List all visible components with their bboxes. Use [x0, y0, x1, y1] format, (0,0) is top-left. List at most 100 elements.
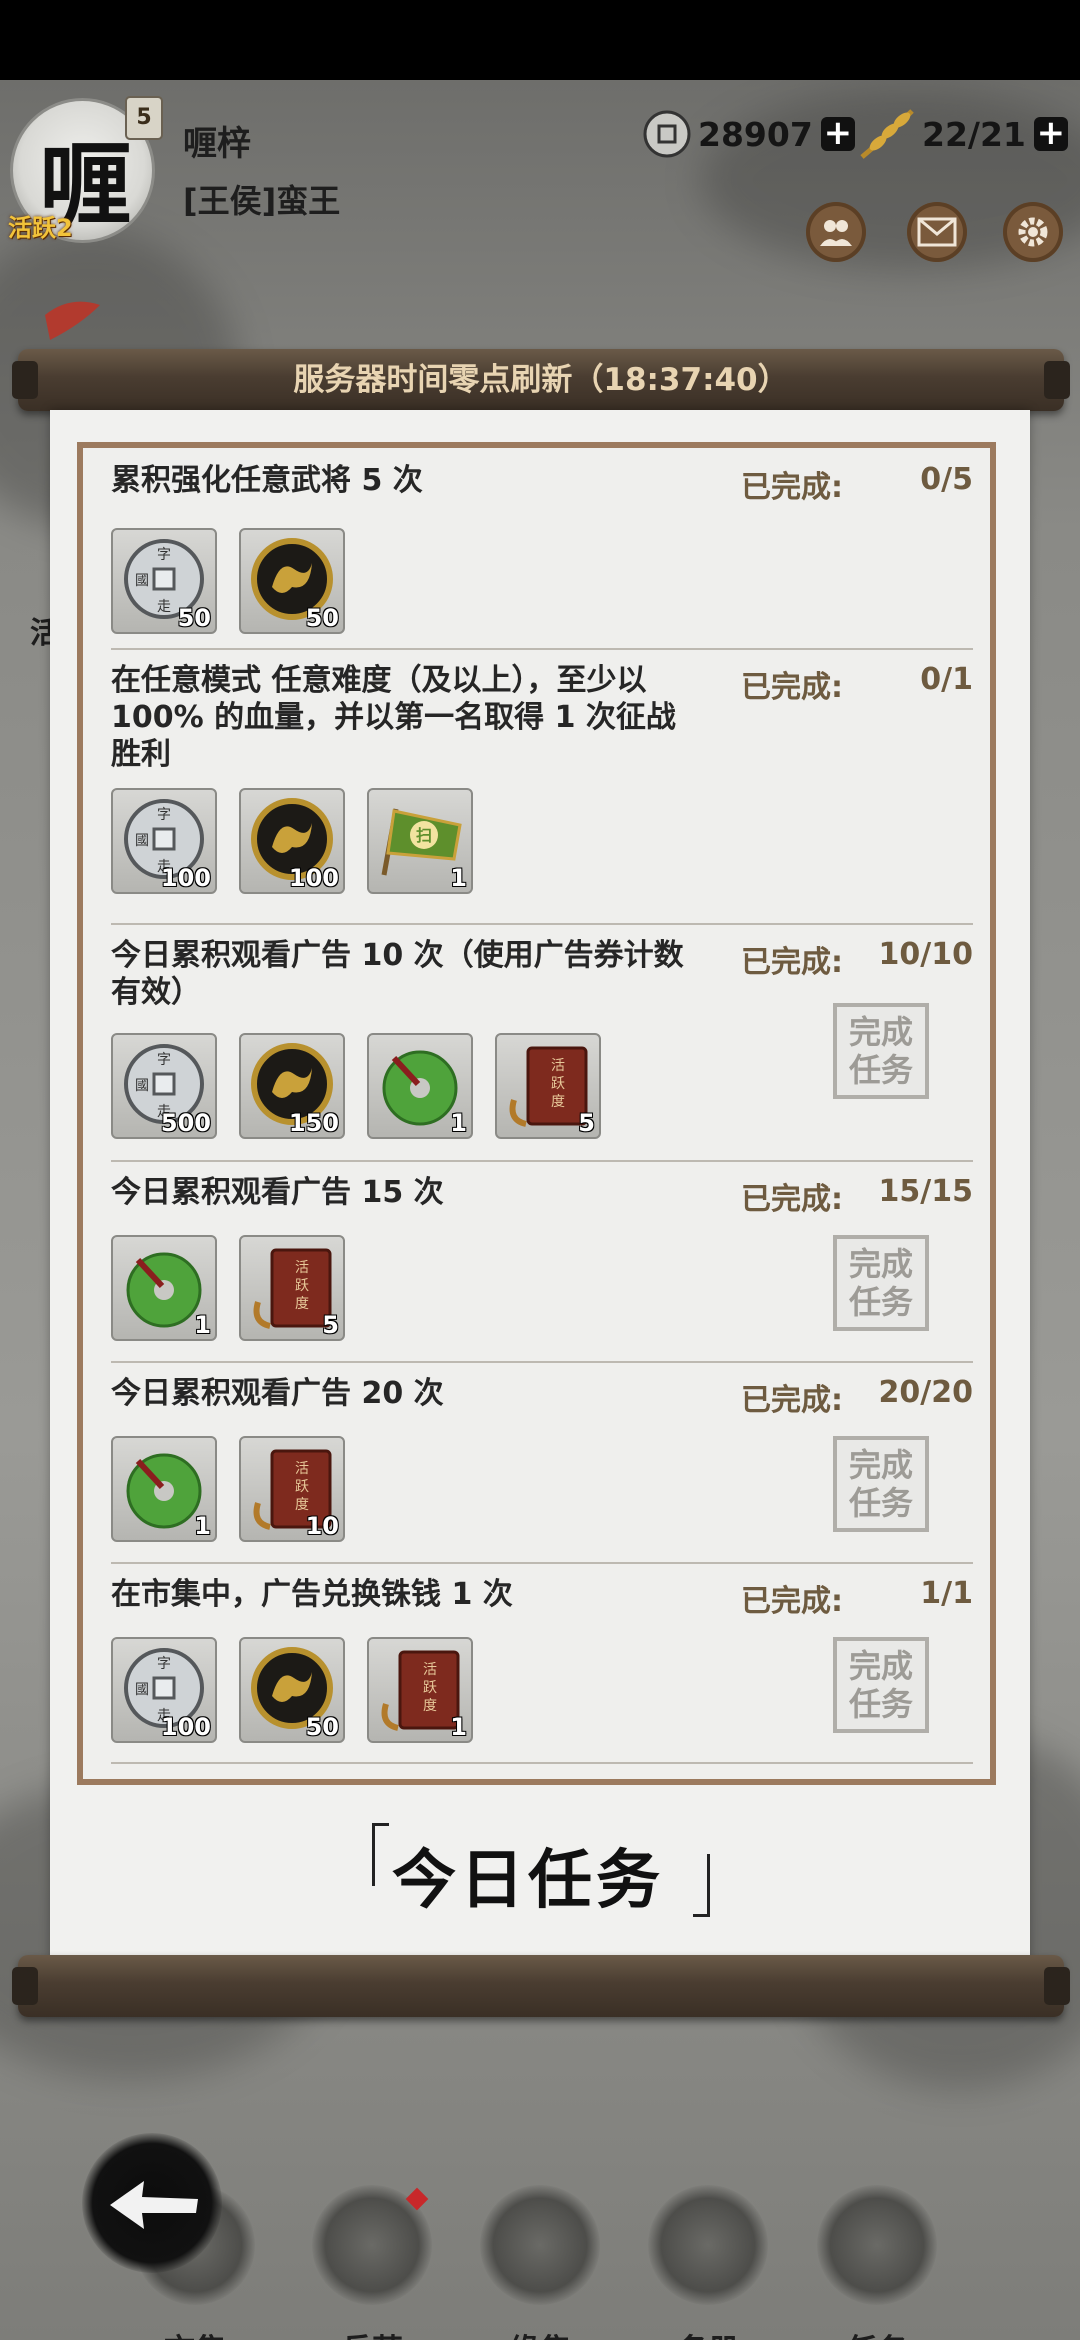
- player-name: 喱梓: [183, 124, 251, 164]
- activity-tag: 活跃2: [8, 214, 73, 242]
- back-button[interactable]: [82, 2133, 222, 2273]
- svg-text:度: 度: [295, 1296, 309, 1312]
- jade-disc-reward[interactable]: 1: [111, 1436, 217, 1542]
- gold-dragon-coin-reward[interactable]: 50: [239, 1637, 345, 1743]
- svg-text:國: 國: [135, 833, 149, 849]
- nav-label: 缘集: [465, 2325, 615, 2340]
- coin-resource: 28907 +: [642, 106, 855, 162]
- reward-count: 5: [578, 1109, 595, 1137]
- task-done-label: 已完成:: [741, 1182, 843, 1217]
- task-title: 今日累积观看广告 10 次（使用广告券计数有效）: [111, 938, 684, 1010]
- nav-fate[interactable]: 缘集: [465, 2185, 615, 2340]
- reward-count: 10: [305, 1512, 339, 1540]
- settings-button[interactable]: [1003, 202, 1063, 262]
- reward-count: 50: [305, 1713, 339, 1741]
- task-rewards: 字國走 100 100 扫 1: [111, 788, 495, 894]
- reward-count: 1: [450, 1713, 467, 1741]
- svg-text:活: 活: [295, 1461, 309, 1477]
- nav-tasks[interactable]: 任务: [802, 2185, 952, 2340]
- svg-text:活: 活: [295, 1260, 309, 1276]
- task-rewards: 1 活跃度5: [111, 1235, 367, 1341]
- task-title: 在任意模式 任意难度（及以上），至少以 100% 的血量，并以第一名取得 1 次…: [111, 663, 676, 772]
- gold-dragon-coin-reward[interactable]: 150: [239, 1033, 345, 1139]
- coin-count: 28907: [698, 114, 813, 154]
- add-coin-button[interactable]: +: [820, 116, 855, 151]
- mail-icon: [917, 217, 957, 247]
- grain-icon: [860, 109, 914, 159]
- task-progress: 15/15: [878, 1174, 973, 1209]
- svg-text:國: 國: [135, 573, 149, 589]
- task-progress: 20/20: [878, 1375, 973, 1410]
- copper-coin-reward[interactable]: 字國走 500: [111, 1033, 217, 1139]
- svg-text:活: 活: [551, 1058, 565, 1074]
- gold-dragon-coin-reward[interactable]: 50: [239, 528, 345, 634]
- grain-count: 22/21: [922, 114, 1026, 154]
- jade-disc-reward[interactable]: 1: [367, 1033, 473, 1139]
- copper-coin-reward[interactable]: 字國走 100: [111, 788, 217, 894]
- activity-book-reward[interactable]: 活跃度5: [495, 1033, 601, 1139]
- task-progress: 0/1: [920, 662, 973, 697]
- task-title: 今日累积观看广告 20 次: [111, 1376, 444, 1411]
- reward-count: 500: [160, 1109, 211, 1137]
- svg-text:字: 字: [157, 1052, 171, 1068]
- grain-resource: 22/21 +: [856, 106, 1068, 162]
- activity-book-reward[interactable]: 活跃度 10: [239, 1436, 345, 1542]
- task-complete-stamp: 完成 任务: [833, 1003, 929, 1099]
- reward-count: 100: [160, 1713, 211, 1741]
- bracket-right: [693, 1854, 710, 1917]
- svg-text:字: 字: [157, 807, 171, 823]
- coin-icon: [643, 110, 691, 158]
- task-progress: 10/10: [878, 937, 973, 972]
- scroll-top-rod: 服务器时间零点刷新（18:37:40）: [12, 349, 1070, 411]
- activity-book-reward[interactable]: 活跃度5: [239, 1235, 345, 1341]
- task-done-label: 已完成:: [741, 1383, 843, 1418]
- svg-text:活: 活: [423, 1662, 437, 1678]
- task-title: 累积强化任意武将 5 次: [111, 463, 423, 498]
- nav-barracks[interactable]: 兵营: [297, 2185, 447, 2340]
- green-flag-reward[interactable]: 扫1: [367, 788, 473, 894]
- nav-label: 兵营: [297, 2325, 447, 2340]
- task-complete-stamp: 完成 任务: [833, 1235, 929, 1331]
- friends-button[interactable]: [806, 202, 866, 262]
- fate-icon: [480, 2185, 600, 2305]
- copper-coin-reward[interactable]: 字國走 50: [111, 528, 217, 634]
- task-complete-stamp: 完成 任务: [833, 1436, 929, 1532]
- svg-text:跃: 跃: [295, 1479, 309, 1495]
- add-grain-button[interactable]: +: [1033, 116, 1068, 151]
- svg-text:字: 字: [157, 1656, 171, 1672]
- task-done-label: 已完成:: [741, 1584, 843, 1619]
- reward-count: 100: [288, 864, 339, 892]
- roster-icon: [648, 2185, 768, 2305]
- gold-dragon-coin-reward[interactable]: 100: [239, 788, 345, 894]
- task-scroll-paper: 累积强化任意武将 5 次已完成: 0/5 字國走 50 50 在任意模式 任意难度（及以上…: [50, 410, 1030, 1960]
- refresh-banner: 服务器时间零点刷新（18:37:40）: [293, 362, 789, 398]
- activity-book-reward[interactable]: 活跃度1: [367, 1637, 473, 1743]
- nav-label: 市集: [120, 2325, 270, 2340]
- jade-disc-reward[interactable]: 1: [111, 1235, 217, 1341]
- bracket-left: [372, 1823, 389, 1886]
- nav-label: 名册: [633, 2325, 783, 2340]
- task-row: 今日累积观看广告 10 次（使用广告券计数有效） 已完成: 10/10 字國走 500 1…: [111, 923, 973, 1162]
- svg-text:度: 度: [551, 1094, 565, 1110]
- task-done-label: 已完成:: [741, 670, 843, 705]
- svg-text:國: 國: [135, 1078, 149, 1094]
- copper-coin-reward[interactable]: 字國走 100: [111, 1637, 217, 1743]
- task-list-frame[interactable]: 累积强化任意武将 5 次已完成: 0/5 字國走 50 50 在任意模式 任意难度（及以上…: [77, 442, 996, 1785]
- mail-button[interactable]: [907, 202, 967, 262]
- scroll-bottom-rod: [12, 1955, 1070, 2017]
- svg-text:度: 度: [423, 1698, 437, 1714]
- level-badge: 5: [125, 96, 163, 140]
- svg-text:度: 度: [295, 1497, 309, 1513]
- friends-icon: [820, 220, 852, 246]
- svg-text:字: 字: [157, 547, 171, 563]
- task-progress: 0/5: [920, 462, 973, 497]
- task-done-label: 已完成:: [741, 945, 843, 980]
- task-title: 今日累积观看广告 15 次: [111, 1175, 444, 1210]
- nav-roster[interactable]: 名册: [633, 2185, 783, 2340]
- player-title: [王侯]蛮王: [183, 182, 341, 220]
- back-arrow-icon: [110, 2181, 198, 2229]
- brush-mark-icon: [45, 301, 100, 340]
- task-done-label: 已完成:: [741, 470, 843, 505]
- task-title: 在市集中，广告兑换铢钱 1 次: [111, 1577, 513, 1612]
- reward-count: 1: [194, 1311, 211, 1339]
